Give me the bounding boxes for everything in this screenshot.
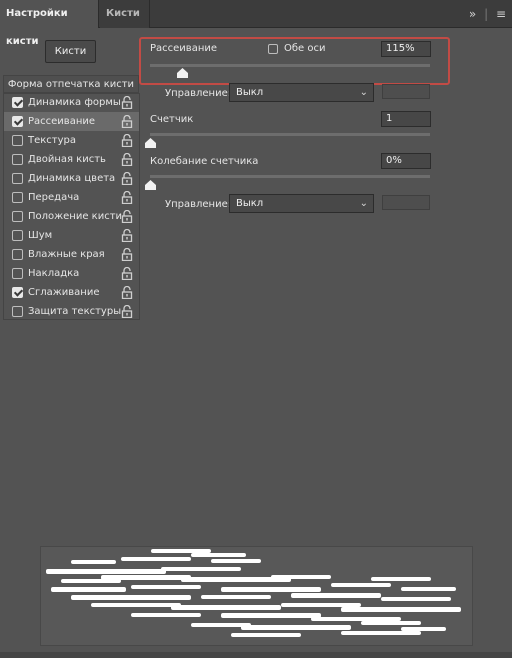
both-axes-label: Обе оси — [284, 43, 326, 54]
option-label: Шум — [28, 230, 53, 241]
control1-label: Управление: — [165, 88, 232, 99]
unlock-icon[interactable] — [121, 304, 133, 319]
stroke-preview-image — [46, 549, 461, 637]
scatter-value-field[interactable]: 115% — [381, 41, 431, 57]
tab-brushes[interactable]: Кисти — [100, 0, 150, 28]
option-checkbox[interactable] — [12, 306, 23, 317]
option-row[interactable]: Положение кисти — [3, 207, 139, 226]
option-checkbox[interactable] — [12, 230, 23, 241]
control2-extra-field — [382, 195, 430, 210]
option-row[interactable]: Накладка — [3, 264, 139, 283]
unlock-icon[interactable] — [121, 133, 133, 148]
control2-select[interactable]: Выкл ⌄ — [229, 194, 374, 213]
option-checkbox[interactable] — [12, 154, 23, 165]
control1-value: Выкл — [236, 87, 264, 98]
scatter-label: Рассеивание — [150, 43, 218, 54]
panel-bottom-border — [0, 652, 512, 658]
collapse-icon[interactable]: » — [469, 7, 476, 21]
option-label: Рассеивание — [28, 116, 96, 127]
option-row[interactable]: Динамика цвета — [3, 169, 139, 188]
chevron-down-icon: ⌄ — [359, 87, 368, 98]
option-checkbox[interactable] — [12, 211, 23, 222]
unlock-icon[interactable] — [121, 209, 133, 224]
unlock-icon[interactable] — [121, 152, 133, 167]
option-label: Текстура — [28, 135, 77, 146]
control1-extra-field — [382, 84, 430, 99]
option-label: Защита текстуры — [28, 306, 122, 317]
scatter-slider-track[interactable] — [150, 64, 430, 67]
unlock-icon[interactable] — [121, 95, 133, 110]
option-row[interactable]: Передача — [3, 188, 139, 207]
brush-stroke-preview — [40, 546, 473, 646]
brushes-button[interactable]: Кисти — [45, 40, 96, 63]
unlock-icon[interactable] — [121, 266, 133, 281]
option-checkbox[interactable] — [12, 287, 23, 298]
option-row[interactable]: Рассеивание — [3, 112, 139, 131]
option-label: Передача — [28, 192, 80, 203]
option-row[interactable]: Сглаживание — [3, 283, 139, 302]
option-row[interactable]: Текстура — [3, 131, 139, 150]
option-checkbox[interactable] — [12, 173, 23, 184]
option-label: Положение кисти — [28, 211, 123, 222]
brush-tip-shape-item[interactable]: Форма отпечатка кисти — [3, 75, 139, 93]
option-row[interactable]: Влажные края — [3, 245, 139, 264]
control2-value: Выкл — [236, 198, 264, 209]
unlock-icon[interactable] — [121, 114, 133, 129]
option-row[interactable]: Динамика формы — [3, 93, 139, 112]
count-slider-track[interactable] — [150, 133, 430, 136]
option-label: Накладка — [28, 268, 80, 279]
count-label: Счетчик — [150, 114, 194, 125]
chevron-down-icon: ⌄ — [359, 198, 368, 209]
option-checkbox[interactable] — [12, 116, 23, 127]
both-axes-checkbox[interactable] — [268, 44, 278, 54]
scatter-slider-thumb[interactable] — [176, 68, 188, 78]
option-checkbox[interactable] — [12, 97, 23, 108]
option-row[interactable]: Шум — [3, 226, 139, 245]
control2-label: Управление: — [165, 199, 232, 210]
count-jitter-slider-thumb[interactable] — [144, 180, 156, 190]
unlock-icon[interactable] — [121, 171, 133, 186]
unlock-icon[interactable] — [121, 190, 133, 205]
option-checkbox[interactable] — [12, 249, 23, 260]
count-jitter-value-field[interactable]: 0% — [381, 153, 431, 169]
count-jitter-label: Колебание счетчика — [150, 156, 259, 167]
option-checkbox[interactable] — [12, 135, 23, 146]
unlock-icon[interactable] — [121, 285, 133, 300]
option-row[interactable]: Защита текстуры — [3, 302, 139, 321]
count-jitter-slider-track[interactable] — [150, 175, 430, 178]
panel-tab-bar: Настройки кисти Кисти » | ≡ — [0, 0, 512, 47]
option-label: Двойная кисть — [28, 154, 106, 165]
tab-brush-settings[interactable]: Настройки кисти — [0, 0, 99, 47]
panel-menu-icon[interactable]: ≡ — [496, 7, 506, 21]
brush-options-list: Форма отпечатка кисти Динамика формы Расс… — [3, 75, 139, 321]
count-slider-thumb[interactable] — [144, 138, 156, 148]
count-value-field[interactable]: 1 — [381, 111, 431, 127]
option-label: Динамика цвета — [28, 173, 116, 184]
unlock-icon[interactable] — [121, 228, 133, 243]
control1-select[interactable]: Выкл ⌄ — [229, 83, 374, 102]
divider: | — [484, 7, 489, 21]
option-row[interactable]: Двойная кисть — [3, 150, 139, 169]
panel-header-icons: » | ≡ — [465, 0, 506, 28]
option-label: Динамика формы — [28, 97, 121, 108]
option-checkbox[interactable] — [12, 192, 23, 203]
option-label: Сглаживание — [28, 287, 100, 298]
unlock-icon[interactable] — [121, 247, 133, 262]
option-checkbox[interactable] — [12, 268, 23, 279]
option-label: Влажные края — [28, 249, 105, 260]
